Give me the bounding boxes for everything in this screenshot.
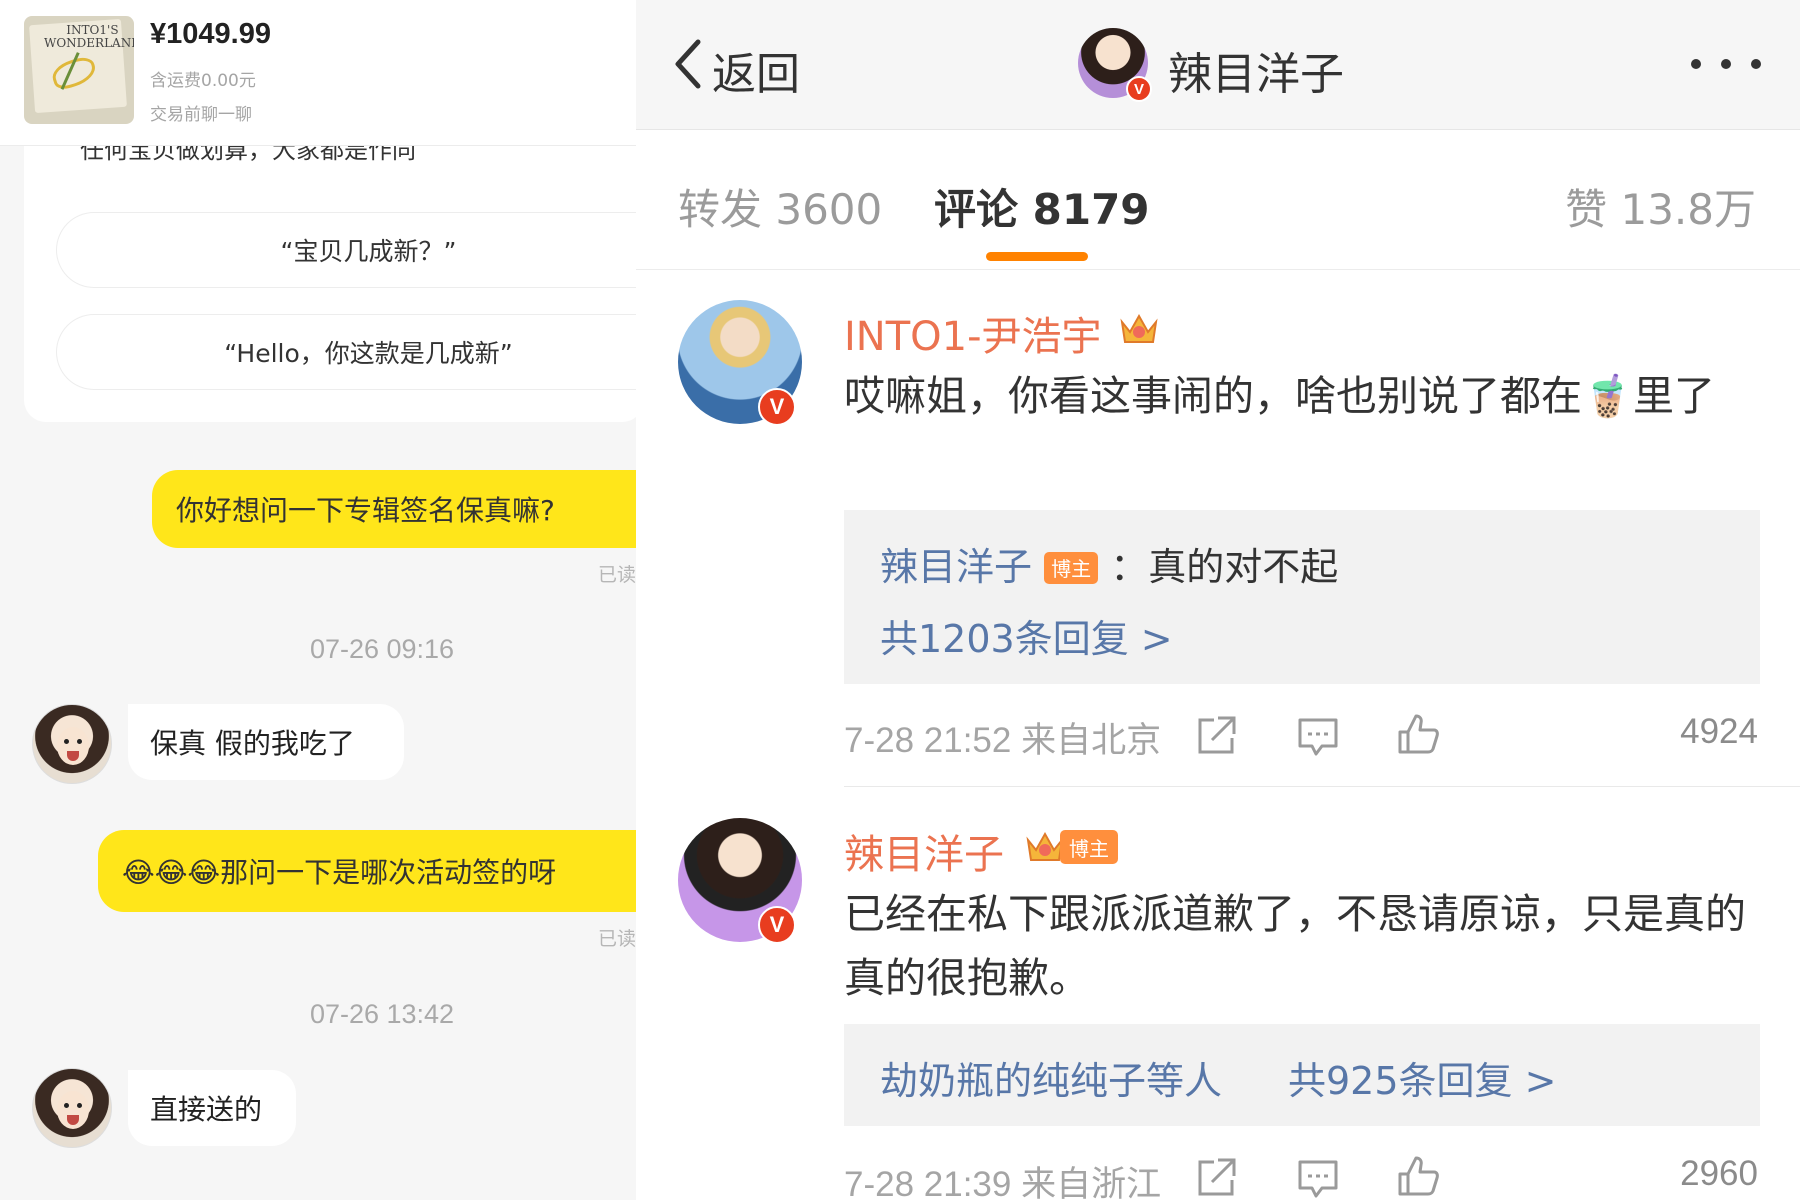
- product-chat-hint: 交易前聊一聊: [150, 105, 252, 125]
- comment-divider: [844, 786, 1800, 787]
- tab-comment[interactable]: 评论 8179: [934, 176, 1150, 237]
- comment-icon[interactable]: [1296, 1156, 1340, 1200]
- tab-like[interactable]: 赞 13.8万: [1565, 176, 1756, 237]
- tab-repost[interactable]: 转发 3600: [678, 176, 882, 237]
- reply-preview[interactable]: 辣目洋子 博主 ：真的对不起 共1203条回复 >: [844, 510, 1760, 684]
- reply-author[interactable]: 辣目洋子: [880, 545, 1032, 589]
- comment-meta: 7-28 21:39 来自浙江: [844, 1165, 1162, 1200]
- verified-icon: V: [758, 388, 796, 426]
- seller-avatar[interactable]: [32, 1068, 112, 1148]
- active-tab-indicator: [986, 252, 1088, 261]
- seller-message-bubble[interactable]: 直接送的: [128, 1070, 296, 1146]
- quick-question-1[interactable]: “宝贝几成新？”: [56, 212, 636, 288]
- reply-count-link[interactable]: 共925条回复 >: [1288, 1050, 1556, 1105]
- comment-meta: 7-28 21:52 来自北京: [844, 721, 1162, 760]
- chat-panel: 任何宝贝做划算，大家都是作同 “宝贝几成新？” “Hello，你这款是几成新” …: [0, 0, 636, 1200]
- weibo-panel: 返回 V 辣目洋子 转发 3600 评论 8179 赞 13.8万 V INTO…: [636, 0, 1800, 1200]
- reply-line: 劫奶瓶的纯纯子等人: [880, 1050, 1222, 1105]
- commenter-name[interactable]: 辣目洋子: [844, 822, 1004, 880]
- product-thumbnail[interactable]: INTO1'S WONDERLAND: [24, 16, 134, 124]
- reply-preview[interactable]: 劫奶瓶的纯纯子等人 共925条回复 >: [844, 1024, 1760, 1126]
- reply-count-link[interactable]: 共1203条回复 >: [880, 608, 1173, 663]
- comment-icon[interactable]: [1296, 714, 1340, 758]
- product-price: ¥1049.99: [150, 18, 271, 50]
- my-message-bubble[interactable]: 你好想问一下专辑签名保真嘛?: [152, 470, 636, 548]
- read-receipt: 已读: [597, 564, 636, 586]
- seller-avatar[interactable]: [32, 704, 112, 784]
- thumbs-up-icon[interactable]: [1396, 1154, 1440, 1198]
- comment-text: 哎嘛姐，你看这事闹的，啥也别说了都在🧋里了: [844, 372, 1716, 420]
- tab-bar: 转发 3600 评论 8179 赞 13.8万: [636, 132, 1800, 270]
- reply-line: 辣目洋子 博主 ：真的对不起: [880, 536, 1338, 591]
- thumbs-up-icon[interactable]: [1396, 712, 1440, 756]
- verified-icon: V: [758, 906, 796, 944]
- share-icon[interactable]: [1194, 714, 1238, 758]
- seller-message-bubble[interactable]: 保真 假的我吃了: [128, 704, 404, 780]
- reply-content: ：真的对不起: [1110, 545, 1339, 589]
- product-card[interactable]: INTO1'S WONDERLAND ¥1049.99 含运费0.00元 交易前…: [0, 0, 636, 146]
- like-count: 4924: [1680, 712, 1758, 751]
- like-count: 2960: [1680, 1154, 1758, 1193]
- message-timestamp: 07-26 13:42: [309, 999, 455, 1029]
- owner-badge: 博主: [1044, 551, 1099, 584]
- owner-badge: 博主: [1060, 830, 1118, 864]
- more-options-icon[interactable]: [1686, 56, 1766, 72]
- crown-icon: [1120, 313, 1158, 343]
- album-cover-text: INTO1'S WONDERLAND: [44, 23, 134, 50]
- comment-text: 已经在私下跟派派道歉了，不恳请原谅，只是真的真的很抱歉。: [844, 890, 1746, 1002]
- quick-question-2[interactable]: “Hello，你这款是几成新”: [56, 314, 636, 390]
- back-chevron-icon[interactable]: [670, 38, 706, 90]
- message-timestamp: 07-26 09:16: [309, 634, 455, 664]
- verified-icon: V: [1126, 76, 1152, 102]
- commenter-name[interactable]: INTO1-尹浩宇: [844, 304, 1102, 362]
- back-button[interactable]: 返回: [712, 38, 800, 102]
- product-shipping: 含运费0.00元: [150, 71, 256, 91]
- header-username[interactable]: 辣目洋子: [1168, 38, 1344, 102]
- read-receipt: 已读: [597, 928, 636, 950]
- share-icon[interactable]: [1194, 1156, 1238, 1200]
- top-navigation-bar: 返回 V 辣目洋子: [636, 0, 1800, 130]
- my-message-bubble[interactable]: 😂😂😂那问一下是哪次活动签的呀: [98, 830, 636, 912]
- reply-authors[interactable]: 劫奶瓶的纯纯子等人: [880, 1059, 1222, 1103]
